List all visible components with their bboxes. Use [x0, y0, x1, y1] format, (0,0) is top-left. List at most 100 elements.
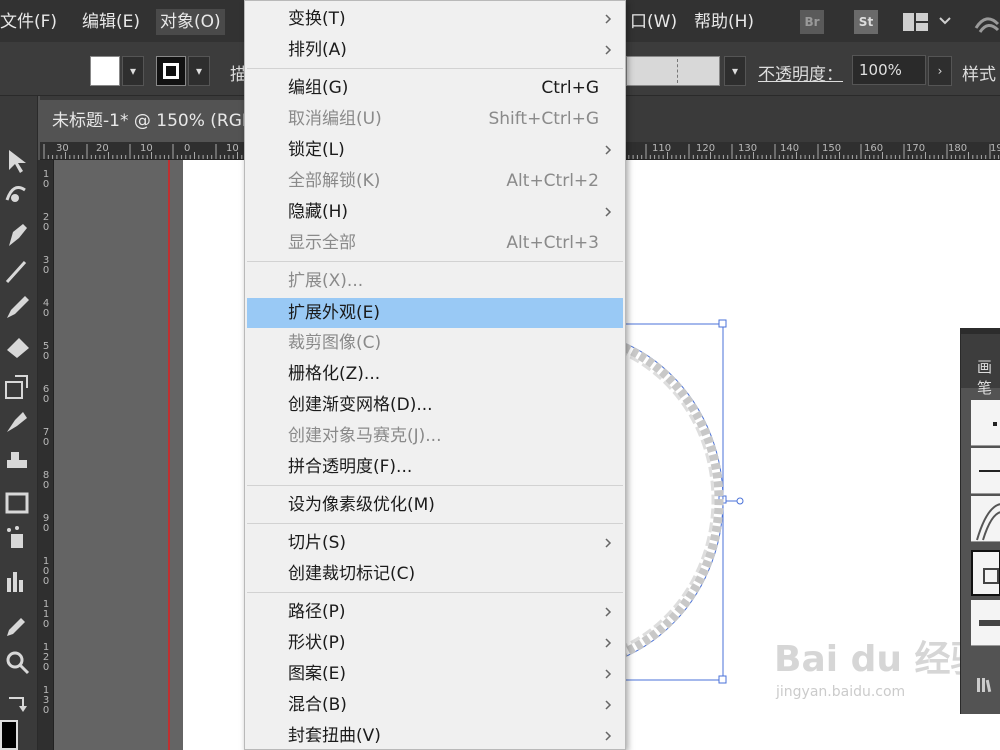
- vertical-ruler: 10 20 30 40 50 60 70 80 90 100 110 120 130: [38, 160, 54, 750]
- menu-item-expand-appearance[interactable]: 扩展外观(E): [247, 298, 623, 328]
- fill-color-indicator[interactable]: [0, 720, 18, 750]
- symbol-sprayer-tool-icon[interactable]: [3, 524, 33, 554]
- ruler-label: 140: [780, 143, 800, 154]
- menu-help[interactable]: 帮助(H): [690, 9, 758, 35]
- opacity-slider-toggle[interactable]: ›: [928, 56, 952, 86]
- document-tab[interactable]: 未标题-1* @ 150% (RGB: [40, 100, 260, 142]
- fill-dropdown[interactable]: ▾: [122, 56, 144, 86]
- swap-colors-icon[interactable]: [3, 688, 33, 718]
- line-tool-icon[interactable]: [3, 256, 33, 286]
- shape-builder-tool-icon[interactable]: [3, 444, 33, 474]
- menu-item-arrange[interactable]: 排列(A): [247, 36, 623, 64]
- brush-line[interactable]: [971, 448, 1000, 494]
- rectangle-tool-icon[interactable]: [3, 488, 33, 518]
- ruler-label: 110: [652, 143, 672, 154]
- menu-separator: [247, 261, 623, 262]
- pen-tool-icon[interactable]: [3, 220, 33, 250]
- menu-file[interactable]: 文件(F): [0, 9, 61, 35]
- chevron-down-icon[interactable]: [938, 16, 952, 26]
- menu-item-slice[interactable]: 切片(S): [247, 529, 623, 557]
- brushes-panel-header: 画笔: [961, 328, 1000, 397]
- menu-item-envelope-distort[interactable]: 封套扭曲(V): [247, 722, 623, 750]
- menu-item-blend[interactable]: 混合(B): [247, 691, 623, 719]
- ruler-label: 60: [42, 384, 50, 405]
- ruler-label: 120: [696, 143, 716, 154]
- brush-libraries-icon[interactable]: [975, 676, 997, 694]
- bridge-icon[interactable]: Br: [800, 10, 824, 34]
- ruler-label: 0: [184, 143, 191, 154]
- ruler-label: 120: [42, 642, 50, 673]
- menu-item-ungroup[interactable]: 取消编组(U) Shift+Ctrl+G: [247, 105, 623, 133]
- ruler-label: 10: [42, 169, 50, 190]
- menu-item-lock[interactable]: 锁定(L): [247, 136, 623, 164]
- chevron-right-icon: [605, 700, 612, 710]
- brush-dot[interactable]: [971, 400, 1000, 446]
- puppet-warp-tool-icon[interactable]: [3, 408, 33, 438]
- eyedropper-tool-icon[interactable]: [3, 610, 33, 640]
- menu-item-make-pixel-perfect[interactable]: 设为像素级优化(M): [247, 491, 623, 519]
- chevron-right-icon: [605, 731, 612, 741]
- ruler-label: 110: [42, 599, 50, 630]
- eraser-tool-icon[interactable]: [3, 330, 33, 360]
- ruler-label: 190: [990, 143, 1000, 154]
- menu-item-create-object-mosaic[interactable]: 创建对象马赛克(J)...: [247, 422, 623, 450]
- ruler-label: 20: [42, 212, 50, 233]
- workspace-layout-icon[interactable]: [902, 12, 930, 32]
- menu-item-path[interactable]: 路径(P): [247, 598, 623, 626]
- ruler-label: 130: [42, 685, 50, 716]
- ruler-label: 160: [864, 143, 884, 154]
- stock-icon[interactable]: St: [854, 10, 878, 34]
- ruler-label: 180: [948, 143, 968, 154]
- menu-separator: [247, 523, 623, 524]
- chevron-right-icon: [605, 638, 612, 648]
- direct-selection-tool-icon[interactable]: [3, 146, 33, 176]
- menu-item-show-all[interactable]: 显示全部 Alt+Ctrl+3: [247, 229, 623, 257]
- menu-item-unlock-all[interactable]: 全部解锁(K) Alt+Ctrl+2: [247, 167, 623, 195]
- menu-item-create-trim-marks[interactable]: 创建裁切标记(C): [247, 560, 623, 588]
- menu-item-shape[interactable]: 形状(P): [247, 629, 623, 657]
- stroke-dropdown[interactable]: ▾: [188, 56, 210, 86]
- stroke-swatch[interactable]: [156, 56, 186, 86]
- chevron-right-icon: [605, 14, 612, 24]
- menu-edit[interactable]: 编辑(E): [78, 9, 144, 35]
- style-label[interactable]: 样式: [962, 60, 996, 85]
- brush-pattern-selected[interactable]: [971, 550, 1000, 596]
- menu-item-hide[interactable]: 隐藏(H): [247, 198, 623, 226]
- menu-item-pattern[interactable]: 图案(E): [247, 660, 623, 688]
- watermark-brand: Bai du 经验: [774, 639, 987, 680]
- menu-item-rasterize[interactable]: 栅格化(Z)...: [247, 360, 623, 388]
- menu-object[interactable]: 对象(O): [156, 9, 225, 35]
- ruler-label: 10: [226, 143, 239, 154]
- fill-swatch[interactable]: [90, 56, 120, 86]
- ruler-label: 100: [42, 556, 50, 587]
- zoom-tool-icon[interactable]: [3, 648, 33, 678]
- menu-item-transform[interactable]: 变换(T): [247, 5, 623, 33]
- sync-icon[interactable]: [972, 10, 1000, 34]
- tools-panel: [0, 96, 38, 750]
- column-graph-tool-icon[interactable]: [3, 566, 33, 596]
- menu-separator: [247, 592, 623, 593]
- ruler-label: 20: [96, 143, 109, 154]
- opacity-input[interactable]: 100%: [852, 55, 926, 85]
- menu-separator: [247, 485, 623, 486]
- menu-item-flatten-transparency[interactable]: 拼合透明度(F)...: [247, 453, 623, 481]
- ruler-label: 40: [42, 298, 50, 319]
- brush-arc[interactable]: [971, 496, 1000, 542]
- menu-item-group[interactable]: 编组(G) Ctrl+G: [247, 74, 623, 102]
- variable-width-profile[interactable]: [626, 56, 720, 86]
- ruler-label: 150: [822, 143, 842, 154]
- menu-item-create-gradient-mesh[interactable]: 创建渐变网格(D)...: [247, 391, 623, 419]
- profile-dropdown[interactable]: ▾: [724, 56, 746, 86]
- menu-item-expand[interactable]: 扩展(X)...: [247, 267, 623, 295]
- opacity-label[interactable]: 不透明度：: [758, 60, 843, 85]
- paintbrush-tool-icon[interactable]: [3, 292, 33, 322]
- menu-item-crop-image[interactable]: 裁剪图像(C): [247, 329, 623, 357]
- brushes-panel-title[interactable]: 画笔: [977, 356, 1000, 398]
- chevron-right-icon: [605, 538, 612, 548]
- menu-window[interactable]: 口(W): [626, 9, 681, 35]
- brush-bar[interactable]: [971, 600, 1000, 646]
- scale-tool-icon[interactable]: [3, 372, 33, 402]
- ruler-label: 80: [42, 470, 50, 491]
- curvature-tool-icon[interactable]: [3, 180, 33, 210]
- ruler-label: 50: [42, 341, 50, 362]
